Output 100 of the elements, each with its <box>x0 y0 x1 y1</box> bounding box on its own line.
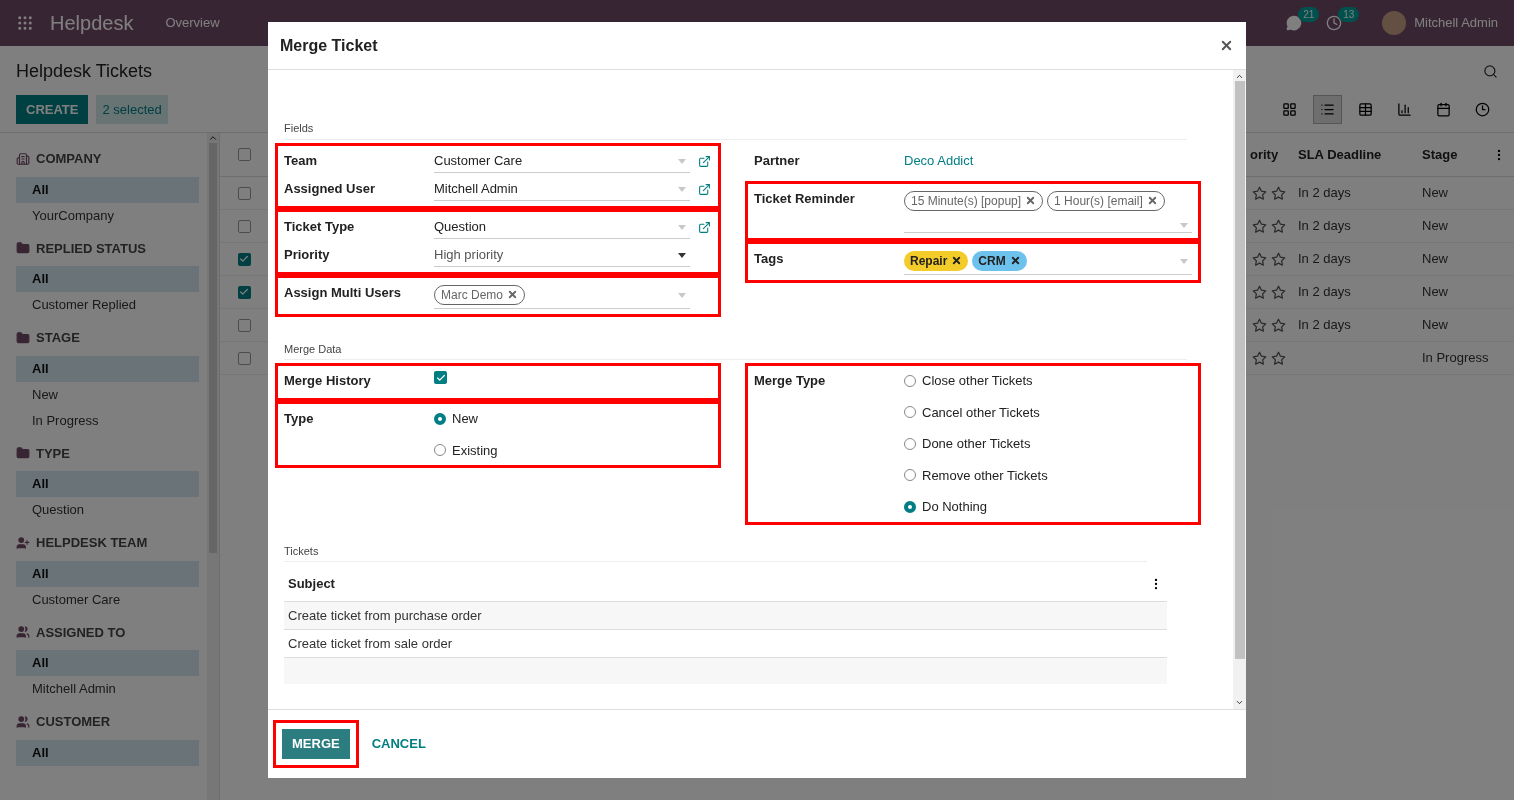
radio-option[interactable]: Remove other Tickets <box>904 465 1048 485</box>
star-icon[interactable] <box>1252 218 1267 234</box>
scroll-up-icon[interactable] <box>1235 72 1244 81</box>
radio-option[interactable]: Done other Tickets <box>904 434 1048 454</box>
select-field[interactable]: Mitchell Admin <box>434 178 690 201</box>
filter-item[interactable]: All <box>16 650 199 676</box>
tags-field[interactable]: 15 Minute(s) [popup] 1 Hour(s) [email] <box>904 188 1192 233</box>
table-view-icon[interactable] <box>1358 102 1373 117</box>
table-cell-text: New <box>1422 184 1449 203</box>
folder-icon <box>16 446 30 461</box>
menu-item[interactable]: Overview <box>165 13 220 33</box>
star-icon[interactable] <box>1252 251 1267 267</box>
filter-item[interactable]: Mitchell Admin <box>16 676 199 702</box>
scroll-up-icon[interactable] <box>208 133 218 143</box>
filter-item[interactable]: All <box>16 266 199 292</box>
app-name[interactable]: Helpdesk <box>50 8 134 38</box>
external-link-icon[interactable] <box>698 182 711 196</box>
user-plus-icon <box>16 535 30 550</box>
checkbox[interactable] <box>237 219 251 233</box>
dropdown-caret-icon[interactable] <box>678 252 686 258</box>
filter-item[interactable]: New <box>16 381 199 408</box>
chat-icon[interactable] <box>1286 15 1303 31</box>
remove-icon[interactable] <box>1025 195 1037 206</box>
radio-option[interactable]: Close other Tickets <box>904 371 1048 391</box>
checkbox[interactable] <box>237 148 251 161</box>
tags-field[interactable]: Marc Demo <box>434 282 690 309</box>
column-header[interactable]: Stage <box>1422 144 1492 165</box>
field-label: Type <box>284 410 315 428</box>
table-cell-text: In 2 days <box>1298 283 1352 302</box>
filter-item[interactable]: Question <box>16 497 199 523</box>
filter-item[interactable]: Customer Replied <box>16 292 199 318</box>
table-cell-text: New <box>1422 217 1449 236</box>
filter-item[interactable]: All <box>16 739 199 766</box>
avatar[interactable] <box>1382 11 1407 35</box>
star-icon[interactable] <box>1271 251 1286 267</box>
field-label: Merge Type <box>754 372 827 390</box>
checkbox[interactable] <box>434 371 447 384</box>
list-view-icon[interactable] <box>1320 102 1335 117</box>
filter-item[interactable]: All <box>16 471 199 497</box>
table-cell-text: In 2 days <box>1298 250 1352 269</box>
star-icon[interactable] <box>1271 350 1286 366</box>
tags-field[interactable]: Repair CRM <box>904 248 1192 275</box>
remove-icon[interactable] <box>507 289 518 300</box>
checkbox[interactable] <box>237 252 251 266</box>
select-field[interactable]: Question <box>434 216 690 239</box>
filter-item[interactable]: YourCompany <box>16 202 199 229</box>
star-icon[interactable] <box>1252 350 1267 366</box>
apps-menu-icon[interactable] <box>16 14 34 32</box>
star-icon[interactable] <box>1271 185 1286 201</box>
checkbox[interactable] <box>237 318 251 332</box>
star-icon[interactable] <box>1271 317 1286 333</box>
folder-icon <box>16 330 30 345</box>
radio-option[interactable]: New <box>434 409 498 429</box>
select-field[interactable]: Customer Care <box>434 150 690 173</box>
scroll-down-icon[interactable] <box>1235 698 1244 707</box>
list-view-button[interactable] <box>1313 95 1342 124</box>
table-cell-text: In 2 days <box>1298 316 1352 335</box>
external-link-icon[interactable] <box>698 220 711 234</box>
star-icon[interactable] <box>1271 284 1286 300</box>
filter-item[interactable]: Customer Care <box>16 586 199 613</box>
remove-icon[interactable] <box>1146 195 1158 206</box>
user-name[interactable]: Mitchell Admin <box>1414 13 1498 33</box>
chart-view-icon[interactable] <box>1397 102 1412 117</box>
column-header[interactable]: SLA Deadline <box>1298 144 1422 165</box>
filter-item[interactable]: All <box>16 560 199 587</box>
selection-counter[interactable]: 2 selected <box>96 95 168 124</box>
star-icon[interactable] <box>1252 284 1267 300</box>
partner-link[interactable]: Deco Addict <box>904 150 974 170</box>
activity-view-icon[interactable] <box>1475 102 1490 117</box>
radio-option[interactable]: Do Nothing <box>904 497 1048 517</box>
dialog-title: Merge Ticket <box>280 35 378 56</box>
scrollbar[interactable] <box>207 133 219 800</box>
radio-option[interactable]: Existing <box>434 440 498 460</box>
external-link-icon[interactable] <box>698 154 711 168</box>
select-field[interactable]: High priority <box>434 244 690 267</box>
clock-icon[interactable] <box>1326 15 1343 31</box>
section-title: Tickets <box>284 542 1147 562</box>
filter-item[interactable]: All <box>16 355 199 382</box>
filter-item[interactable]: All <box>16 176 199 203</box>
column-header[interactable]: Subject <box>288 573 335 594</box>
checkbox[interactable] <box>237 186 251 200</box>
create-button[interactable]: CREATE <box>16 95 89 124</box>
close-icon[interactable] <box>1219 38 1234 53</box>
remove-icon[interactable] <box>1009 255 1021 266</box>
scrollbar[interactable] <box>1233 70 1246 709</box>
table-row[interactable]: Create ticket from purchase order <box>284 602 1167 630</box>
merge-button[interactable]: MERGE <box>282 729 350 759</box>
star-icon[interactable] <box>1252 317 1267 333</box>
column-header[interactable]: ority <box>1250 144 1279 165</box>
checkbox[interactable] <box>237 285 251 299</box>
cancel-link[interactable]: CANCEL <box>369 729 428 759</box>
calendar-view-icon[interactable] <box>1436 102 1451 117</box>
search-icon[interactable] <box>1483 64 1498 79</box>
filter-item[interactable]: In Progress <box>16 407 199 434</box>
kanban-view-icon[interactable] <box>1282 102 1297 117</box>
radio-option[interactable]: Cancel other Tickets <box>904 402 1048 422</box>
star-icon[interactable] <box>1252 185 1267 201</box>
checkbox[interactable] <box>237 351 251 365</box>
remove-icon[interactable] <box>951 255 963 266</box>
star-icon[interactable] <box>1271 218 1286 234</box>
